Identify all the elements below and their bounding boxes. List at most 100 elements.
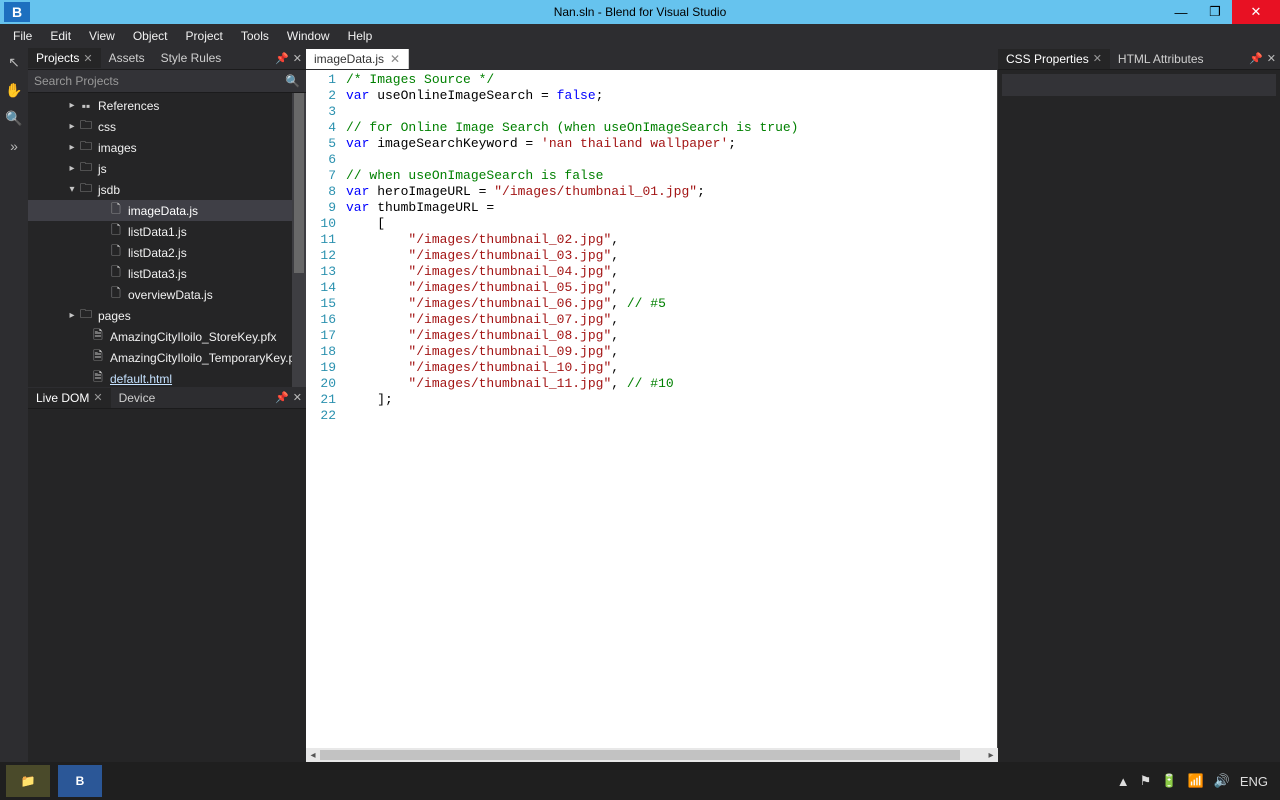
chevron-right-icon[interactable]: ▸ [66, 163, 78, 174]
html-icon: 🗎 [90, 368, 106, 387]
tree-images[interactable]: ▸🗀images [28, 137, 306, 158]
tree-jsdb[interactable]: ▾🗀jsdb [28, 179, 306, 200]
tray-battery-icon[interactable]: 🔋 [1161, 773, 1177, 789]
tab-livedom[interactable]: Live DOM ✕ [28, 388, 111, 408]
chevron-right-icon[interactable]: ▸ [66, 121, 78, 132]
search-placeholder: Search Projects [34, 74, 119, 88]
tree-pages[interactable]: ▸🗀pages [28, 305, 306, 326]
right-tabbar: CSS Properties ✕ HTML Attributes 📌 ✕ [998, 48, 1280, 70]
tree-css[interactable]: ▸🗀css [28, 116, 306, 137]
tree-listdata1[interactable]: 🗋listData1.js [28, 221, 306, 242]
tree-listdata3[interactable]: 🗋listData3.js [28, 263, 306, 284]
taskbar-explorer[interactable]: 📁 [6, 765, 50, 797]
menu-tools[interactable]: Tools [232, 27, 278, 45]
jsfile-icon: 🗋 [108, 242, 124, 263]
css-property-input[interactable] [1002, 74, 1276, 96]
folder-icon: 🗀 [78, 305, 94, 326]
tree-tempkey[interactable]: 🗎AmazingCityIloilo_TemporaryKey.pfx [28, 347, 306, 368]
cert-icon: 🗎 [90, 326, 106, 347]
search-icon[interactable]: 🔍 [285, 74, 300, 88]
references-icon: ▪▪ [78, 99, 94, 113]
menu-edit[interactable]: Edit [41, 27, 80, 45]
system-tray: ▲ ⚑ 🔋 📶 🔊 ENG [1117, 773, 1280, 789]
chevron-right-icon[interactable]: ▸ [66, 142, 78, 153]
scrollbar-thumb[interactable] [294, 93, 304, 273]
right-column: CSS Properties ✕ HTML Attributes 📌 ✕ [998, 48, 1280, 762]
tab-html-attributes[interactable]: HTML Attributes [1110, 49, 1212, 69]
menu-window[interactable]: Window [278, 27, 339, 45]
tab-css-label: CSS Properties [1006, 52, 1089, 66]
jsfile-icon: 🗋 [108, 284, 124, 305]
maximize-button[interactable]: ❐ [1198, 0, 1232, 24]
scrollbar-thumb[interactable] [320, 750, 960, 760]
panel-close-icon[interactable]: ✕ [293, 391, 302, 404]
css-properties-body [998, 100, 1280, 762]
minimize-button[interactable]: — [1164, 0, 1198, 24]
pin-icon[interactable]: 📌 [275, 391, 289, 404]
tray-flag-icon[interactable]: ⚑ [1140, 773, 1152, 789]
menubar: File Edit View Object Project Tools Wind… [0, 24, 1280, 48]
editor-tab-label: imageData.js [314, 52, 384, 66]
tab-device[interactable]: Device [111, 388, 164, 408]
close-icon[interactable]: ✕ [1093, 52, 1102, 65]
tab-assets[interactable]: Assets [101, 48, 153, 68]
more-tools-icon[interactable]: » [4, 136, 24, 156]
editor-tabbar: imageData.js ✕ [306, 48, 998, 70]
editor-column: imageData.js ✕ 1234567891011121314151617… [306, 48, 998, 762]
menu-object[interactable]: Object [124, 27, 177, 45]
tree-js[interactable]: ▸🗀js [28, 158, 306, 179]
toolstrip: ↖ ✋ 🔍 » [0, 48, 28, 762]
tab-stylerules[interactable]: Style Rules [153, 48, 230, 68]
project-tree: ▸▪▪References ▸🗀css ▸🗀images ▸🗀js ▾🗀jsdb… [28, 93, 306, 387]
tray-up-icon[interactable]: ▲ [1117, 774, 1130, 789]
livedom-panel: Live DOM ✕ Device 📌 ✕ [28, 387, 306, 762]
livedom-body [28, 409, 306, 762]
folder-icon: 🗀 [78, 158, 94, 179]
tab-projects[interactable]: Projects ✕ [28, 48, 101, 68]
close-icon[interactable]: ✕ [83, 52, 92, 65]
panel-close-icon[interactable]: ✕ [1267, 52, 1276, 65]
folder-icon: 🗀 [78, 116, 94, 137]
search-projects[interactable]: Search Projects 🔍 [28, 70, 306, 94]
titlebar: B Nan.sln - Blend for Visual Studio — ❐ … [0, 0, 1280, 24]
line-gutter: 12345678910111213141516171819202122 [306, 70, 342, 748]
folder-icon: 🗀 [78, 179, 94, 200]
code-editor[interactable]: 12345678910111213141516171819202122 /* I… [306, 70, 998, 748]
tree-overviewdata[interactable]: 🗋overviewData.js [28, 284, 306, 305]
close-icon[interactable]: ✕ [93, 391, 102, 404]
close-icon[interactable]: ✕ [390, 52, 400, 66]
jsfile-icon: 🗋 [108, 200, 124, 221]
chevron-down-icon[interactable]: ▾ [66, 184, 78, 195]
editor-tab-imagedata[interactable]: imageData.js ✕ [306, 49, 409, 69]
editor-hscrollbar[interactable]: ◂ ▸ [306, 748, 998, 762]
chevron-right-icon[interactable]: ▸ [66, 310, 78, 321]
tab-css-properties[interactable]: CSS Properties ✕ [998, 49, 1110, 69]
panel-close-icon[interactable]: ✕ [293, 52, 302, 65]
chevron-right-icon[interactable]: ▸ [66, 100, 78, 111]
menu-file[interactable]: File [4, 27, 41, 45]
tray-signal-icon[interactable]: 📶 [1187, 773, 1203, 789]
hand-tool-icon[interactable]: ✋ [4, 80, 24, 100]
code-content[interactable]: /* Images Source */var useOnlineImageSea… [342, 70, 997, 748]
projects-tabbar: Projects ✕ Assets Style Rules 📌 ✕ [28, 48, 306, 70]
tree-defaulthtml[interactable]: 🗎default.html [28, 368, 306, 387]
cursor-tool-icon[interactable]: ↖ [4, 52, 24, 72]
tray-sound-icon[interactable]: 🔊 [1214, 773, 1230, 789]
scroll-left-icon[interactable]: ◂ [306, 748, 320, 762]
pin-icon[interactable]: 📌 [275, 52, 289, 65]
taskbar-blend[interactable]: B [58, 765, 102, 797]
tree-scrollbar[interactable] [292, 93, 306, 387]
livedom-tabbar: Live DOM ✕ Device 📌 ✕ [28, 387, 306, 409]
tree-references[interactable]: ▸▪▪References [28, 95, 306, 116]
menu-help[interactable]: Help [339, 27, 382, 45]
menu-project[interactable]: Project [177, 27, 232, 45]
scroll-right-icon[interactable]: ▸ [984, 748, 998, 762]
tree-listdata2[interactable]: 🗋listData2.js [28, 242, 306, 263]
menu-view[interactable]: View [80, 27, 124, 45]
tree-storekey[interactable]: 🗎AmazingCityIloilo_StoreKey.pfx [28, 326, 306, 347]
tray-language[interactable]: ENG [1240, 774, 1268, 789]
tree-imagedata[interactable]: 🗋imageData.js [28, 200, 306, 221]
search-tool-icon[interactable]: 🔍 [4, 108, 24, 128]
close-button[interactable]: ✕ [1232, 0, 1280, 24]
pin-icon[interactable]: 📌 [1249, 52, 1263, 65]
